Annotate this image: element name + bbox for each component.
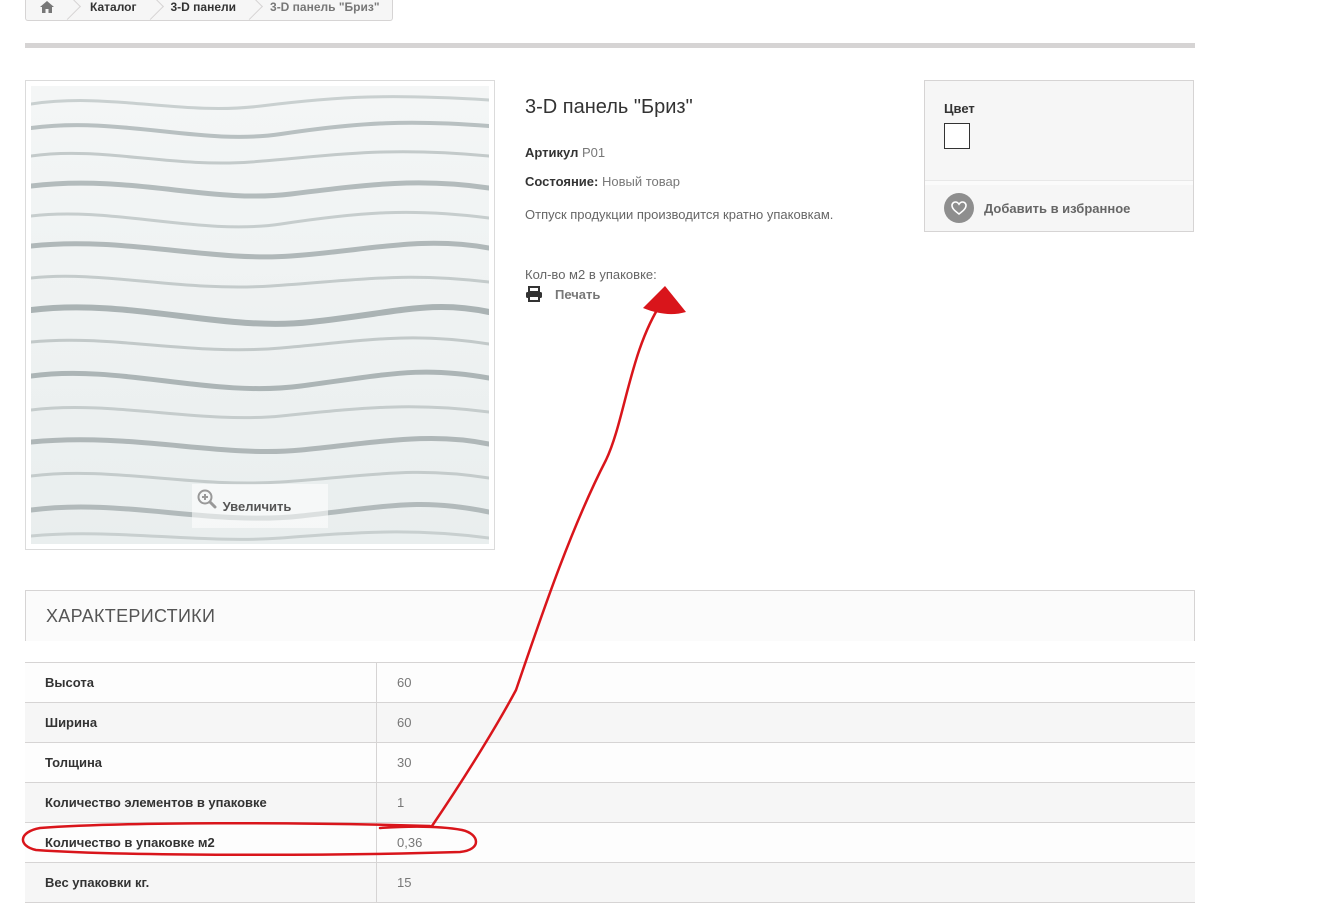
- characteristics-title: ХАРАКТЕРИСТИКИ: [46, 606, 216, 626]
- table-row: Количество элементов в упаковке 1: [25, 782, 1195, 823]
- favorite-label: Добавить в избранное: [984, 200, 1131, 216]
- feature-name: Ширина: [25, 702, 377, 743]
- heart-icon: [944, 193, 974, 223]
- feature-name: Вес упаковки кг.: [25, 862, 377, 903]
- pack-quantity-label: Кол-во м2 в упаковке:: [525, 267, 657, 282]
- breadcrumb-item-3d-panels[interactable]: 3-D панели: [149, 0, 249, 20]
- product-sku: Артикул P01: [525, 145, 605, 160]
- breadcrumb-current: 3-D панель "Бриз": [270, 0, 380, 14]
- color-swatch[interactable]: [944, 123, 970, 149]
- condition-value: Новый товар: [601, 174, 680, 189]
- characteristics-table: Высота 60 Ширина 60 Толщина 30 Количеств…: [25, 662, 1195, 903]
- add-to-favorites-button[interactable]: Добавить в избранное: [944, 193, 1130, 223]
- printer-icon: [525, 286, 543, 302]
- product-options-box: Цвет Добавить в избранное: [924, 80, 1194, 232]
- feature-value: 0,36: [376, 822, 1195, 863]
- feature-name: Количество элементов в упаковке: [25, 782, 377, 823]
- color-label: Цвет: [944, 101, 975, 116]
- feature-value: 60: [376, 662, 1195, 703]
- wave-panel-image: [31, 86, 489, 544]
- product-title: 3-D панель "Бриз": [525, 96, 693, 118]
- zoom-button[interactable]: Увеличить: [192, 484, 328, 528]
- sku-label: Артикул: [525, 145, 579, 160]
- product-condition: Состояние: Новый товар: [525, 174, 680, 189]
- zoom-label: Увеличить: [222, 498, 292, 514]
- feature-value: 60: [376, 702, 1195, 743]
- table-row: Количество в упаковке м2 0,36: [25, 822, 1195, 863]
- print-button[interactable]: Печать: [525, 286, 600, 302]
- table-row: Высота 60: [25, 662, 1195, 703]
- breadcrumb-item-catalog[interactable]: Каталог: [68, 0, 149, 20]
- breadcrumb-label: Каталог: [90, 0, 137, 14]
- table-row: Ширина 60: [25, 702, 1195, 743]
- print-label: Печать: [555, 286, 601, 302]
- breadcrumb-home[interactable]: [26, 0, 68, 20]
- feature-name: Количество в упаковке м2: [25, 822, 377, 863]
- sale-note: Отпуск продукции производится кратно упа…: [525, 207, 834, 222]
- feature-value: 30: [376, 742, 1195, 783]
- condition-label: Состояние:: [525, 174, 599, 189]
- annotation-arrowhead: [643, 286, 686, 315]
- top-divider: [25, 43, 1195, 48]
- table-row: Толщина 30: [25, 742, 1195, 783]
- characteristics-header: ХАРАКТЕРИСТИКИ: [25, 590, 1195, 641]
- feature-value: 1: [376, 782, 1195, 823]
- sku-value: P01: [581, 145, 606, 160]
- product-image[interactable]: Увеличить: [25, 80, 495, 550]
- feature-name: Толщина: [25, 742, 377, 783]
- breadcrumb: Каталог 3-D панели 3-D панель "Бриз": [25, 0, 393, 21]
- feature-name: Высота: [25, 662, 377, 703]
- table-row: Вес упаковки кг. 15: [25, 862, 1195, 903]
- home-icon: [39, 0, 55, 14]
- breadcrumb-label: 3-D панели: [170, 0, 237, 14]
- feature-value: 15: [376, 862, 1195, 903]
- options-divider: [925, 180, 1193, 185]
